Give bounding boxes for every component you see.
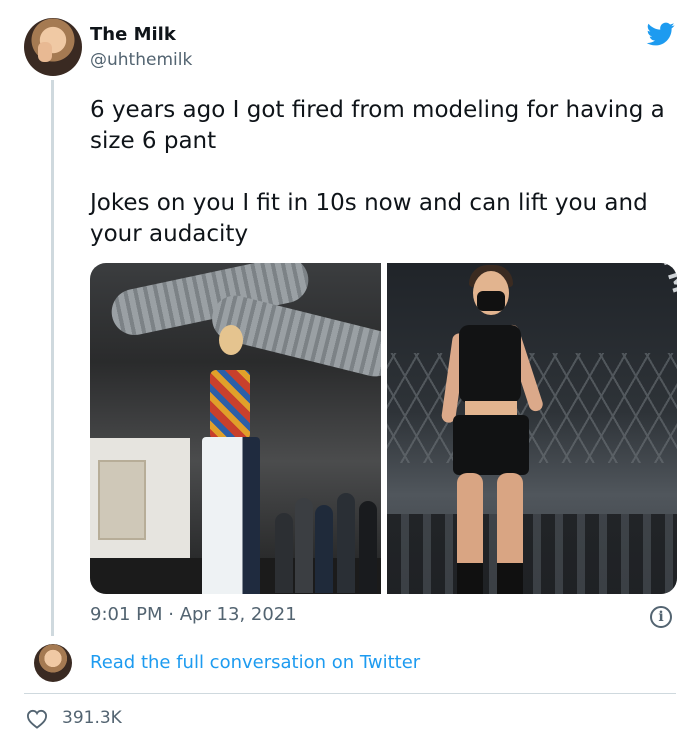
doorway xyxy=(98,460,146,540)
gym-sign: ALPHALETE -GYM- xyxy=(590,263,677,311)
gym-athlete xyxy=(439,263,545,594)
conversation-avatar[interactable] xyxy=(34,644,72,682)
tweet-timestamp[interactable]: 9:01 PM · Apr 13, 2021 xyxy=(90,604,297,625)
author-name[interactable]: The Milk xyxy=(90,24,176,45)
author-handle[interactable]: @uhthemilk xyxy=(90,50,192,70)
tweet-text: 6 years ago I got fired from modeling fo… xyxy=(90,97,665,247)
twitter-bird-icon[interactable] xyxy=(646,20,676,48)
runway-model xyxy=(202,325,260,594)
photo-runway-model[interactable] xyxy=(90,263,381,594)
author-avatar[interactable] xyxy=(24,18,82,76)
info-icon[interactable]: i xyxy=(650,606,672,628)
thread-line xyxy=(51,80,54,636)
tweet-media[interactable]: ALPHALETE -GYM- xyxy=(90,263,677,594)
like-count[interactable]: 391.3K xyxy=(62,708,122,728)
read-conversation-link[interactable]: Read the full conversation on Twitter xyxy=(90,652,420,673)
avatar-hand xyxy=(38,42,52,62)
audience xyxy=(275,483,381,593)
heart-icon[interactable] xyxy=(26,709,48,729)
photo-gym-athlete[interactable]: ALPHALETE -GYM- xyxy=(386,263,677,594)
divider xyxy=(24,693,676,694)
